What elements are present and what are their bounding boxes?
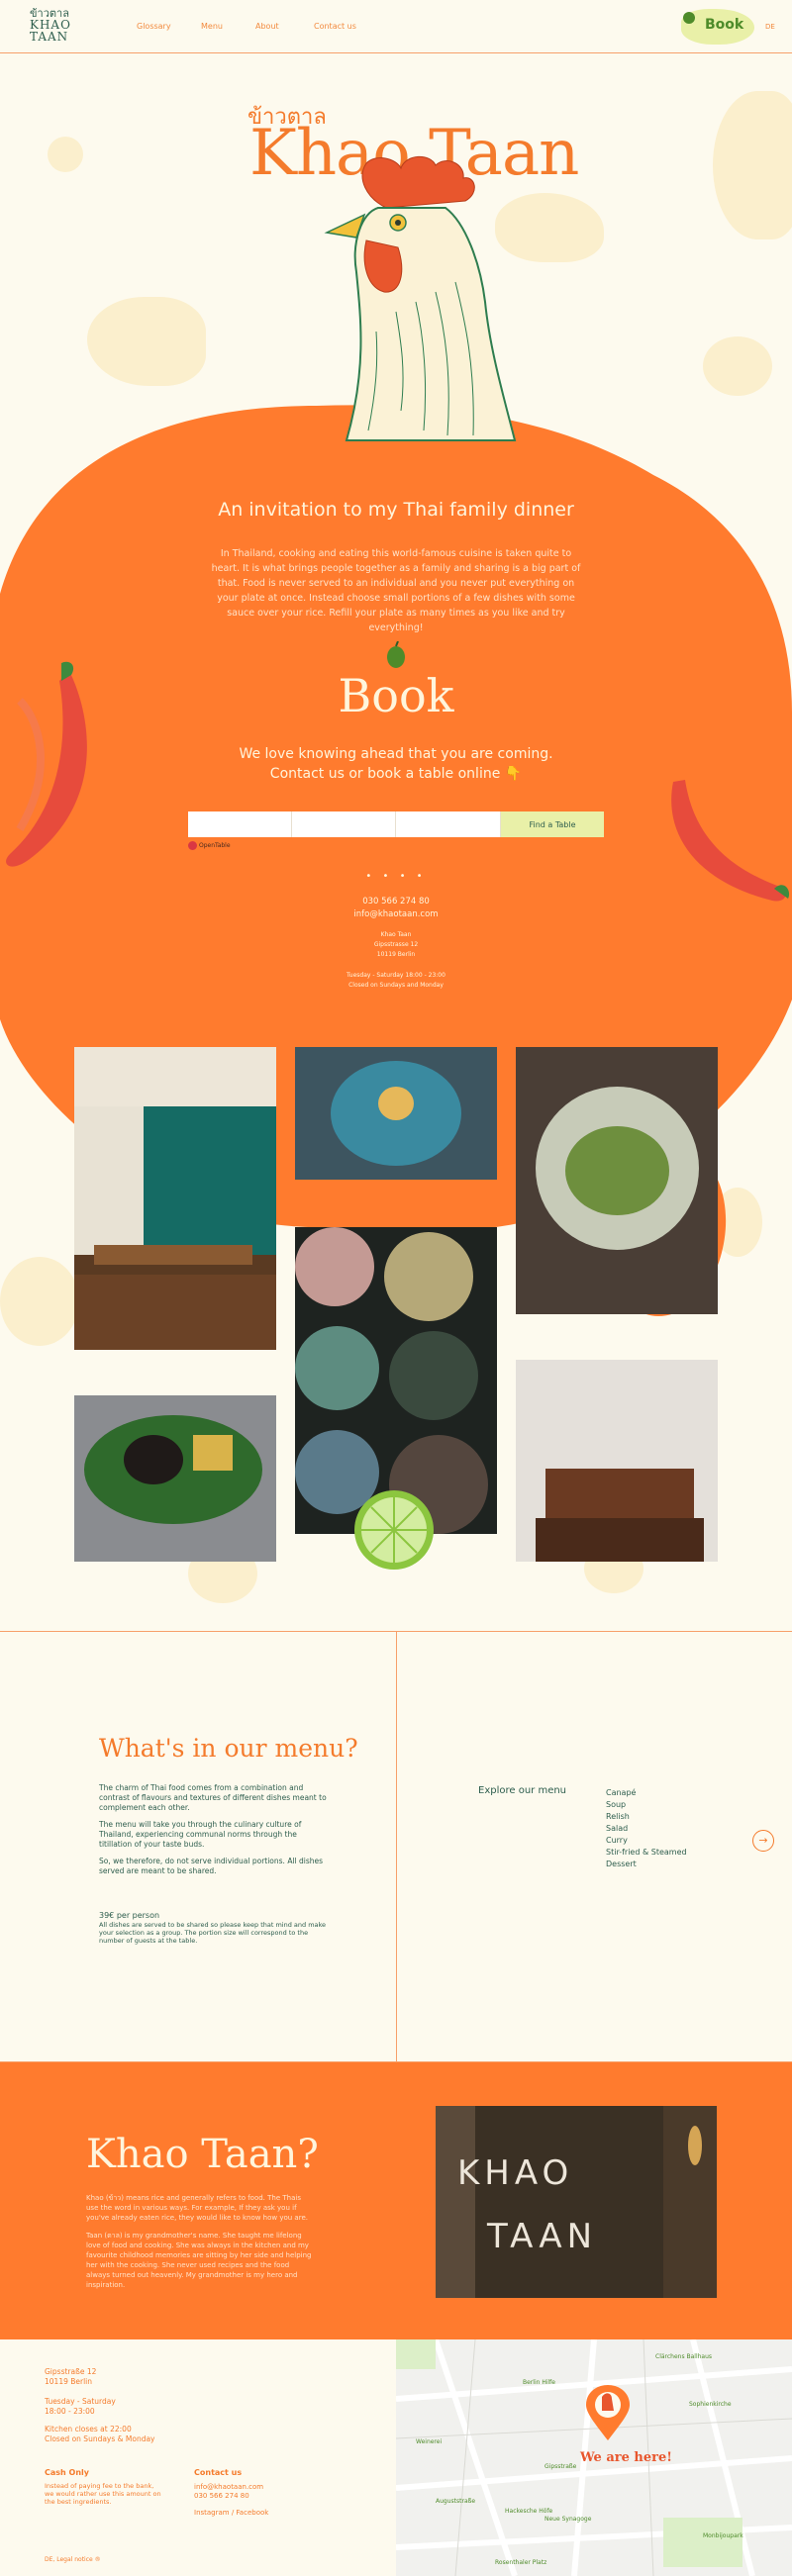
menu-category-stir-fried[interactable]: Stir-fried & Steamed: [606, 1847, 687, 1859]
party-size-select[interactable]: [188, 811, 292, 837]
nav-about[interactable]: About: [255, 22, 279, 31]
book-subtitle-line1: We love knowing ahead that you are comin…: [239, 746, 553, 762]
photo-dessert-plate: [295, 1047, 497, 1180]
address-name: Khao Taan: [380, 931, 412, 938]
find-table-button[interactable]: Find a Table: [501, 811, 604, 837]
about-paragraph-1: Khao (ข้าว) means rice and generally ref…: [86, 2194, 308, 2222]
about-section: Khao Taan? Khao (ข้าว) means rice and ge…: [0, 2062, 792, 2339]
menu-category-relish[interactable]: Relish: [606, 1811, 687, 1823]
photo-dining-room: [74, 1047, 276, 1350]
footer-phone[interactable]: 030 566 274 80: [194, 2491, 249, 2501]
menu-category-canape[interactable]: Canapé: [606, 1787, 687, 1799]
photo-banana-leaf-dish: [74, 1395, 276, 1562]
chili-icon: [683, 12, 695, 24]
menu-category-dessert[interactable]: Dessert: [606, 1859, 687, 1870]
footer-address-city: 10119 Berlin: [45, 2377, 93, 2386]
map-pin-icon: [586, 2385, 630, 2440]
menu-paragraph-3: So, we therefore, do not serve individua…: [99, 1857, 324, 1875]
map-place-label: Sophienkirche: [689, 2401, 732, 2408]
map-place-label: Gipsstraße: [544, 2463, 577, 2470]
book-title: Book: [338, 669, 454, 722]
menu-category-salad[interactable]: Salad: [606, 1823, 687, 1835]
menu-price-note: All dishes are served to be shared so pl…: [99, 1921, 327, 1945]
map-place-label: Weinerei: [416, 2438, 443, 2445]
book-subtitle: We love knowing ahead that you are comin…: [0, 744, 792, 784]
map-place-label: Monbijoupark: [703, 2532, 743, 2539]
site-header: ข้าวตาล KHAO TAAN Glossary Menu About Co…: [0, 0, 792, 53]
contact-label: Contact us: [194, 2468, 243, 2477]
legal-notice[interactable]: DE, Legal notice ®: [45, 2555, 101, 2565]
explore-menu-label: Explore our menu: [478, 1785, 567, 1796]
time-select[interactable]: [396, 811, 501, 837]
footer-days: Tuesday - Saturday: [45, 2397, 116, 2406]
cash-only-text: Instead of paying fee to the bank, we wo…: [45, 2482, 161, 2506]
date-select[interactable]: [292, 811, 396, 837]
about-title: Khao Taan?: [86, 2132, 319, 2177]
closed-days: Closed on Sundays and Monday: [348, 982, 444, 989]
photo-salad-bowl: [516, 1047, 718, 1314]
arrow-right-icon[interactable]: →: [752, 1830, 774, 1852]
map-place-label: Hackesche Höfe: [505, 2508, 553, 2515]
menu-paragraph-2: The menu will take you through the culin…: [99, 1820, 302, 1849]
nav-glossary[interactable]: Glossary: [137, 22, 171, 31]
invitation-text: In Thailand, cooking and eating this wor…: [211, 548, 581, 633]
book-subtitle-line2: Contact us or book a table online 👇: [269, 766, 523, 782]
map-place-label: Berlin Hilfe: [523, 2379, 555, 2386]
book-button[interactable]: Book: [681, 9, 754, 45]
location-map[interactable]: Berlin Hilfe Clärchens Ballhaus Sophienk…: [396, 2339, 792, 2576]
book-button-label: Book: [705, 17, 744, 33]
decor-blob: [87, 297, 206, 386]
about-paragraph-2: Taan (ตาล) is my grandmother's name. She…: [86, 2232, 312, 2289]
footer-closed-days: Closed on Sundays & Monday: [45, 2434, 155, 2443]
sign-line2: TAAN: [487, 2217, 598, 2256]
lime-slice-icon: [354, 1490, 434, 1570]
photo-restaurant-sign: KHAO TAAN: [436, 2106, 717, 2298]
nav-contact[interactable]: Contact us: [314, 22, 356, 31]
footer-address-street: Gipsstraße 12: [45, 2367, 97, 2376]
opening-hours: Tuesday - Saturday 18:00 - 23:00: [346, 972, 446, 979]
logo-line2: TAAN: [30, 30, 69, 44]
map-place-label: Neue Synagoge: [544, 2516, 592, 2523]
logo[interactable]: ข้าวตาล KHAO TAAN: [30, 8, 79, 43]
contact-phone[interactable]: 030 566 274 80: [0, 897, 792, 906]
menu-paragraph-1: The charm of Thai food comes from a comb…: [99, 1783, 327, 1812]
sign-line1: KHAO: [457, 2153, 574, 2193]
chili-leaf-icon: [387, 641, 405, 668]
nav-menu[interactable]: Menu: [201, 22, 223, 31]
menu-price: 39€ per person: [99, 1911, 160, 1920]
map-place-label: Clärchens Ballhaus: [655, 2353, 713, 2360]
photo-brick-wall-seating: [516, 1360, 718, 1562]
cash-only-label: Cash Only: [45, 2468, 89, 2477]
opentable-badge[interactable]: OpenTable: [188, 841, 231, 850]
contact-email[interactable]: info@khaotaan.com: [0, 909, 792, 919]
decor-blob: [713, 91, 792, 239]
separator-dots: • • • •: [365, 871, 427, 882]
address-street: Gipsstrasse 12: [373, 941, 419, 948]
footer-kitchen-close: Kitchen closes at 22:00: [45, 2425, 132, 2433]
decor-blob: [48, 137, 83, 172]
menu-section: What's in our menu? The charm of Thai fo…: [0, 1631, 792, 2062]
menu-title: What's in our menu?: [99, 1734, 358, 1763]
map-place-label: Auguststraße: [436, 2498, 476, 2505]
rooster-illustration: [324, 155, 517, 441]
map-here-label: We are here!: [580, 2450, 672, 2465]
invitation-title: An invitation to my Thai family dinner: [218, 499, 574, 521]
map-place-label: Rosenthaler Platz: [495, 2559, 547, 2566]
menu-divider: [396, 1632, 397, 2061]
menu-category-list: Canapé Soup Relish Salad Curry Stir-frie…: [606, 1787, 687, 1870]
language-switch[interactable]: DE: [765, 23, 775, 31]
address-city: 10119 Berlin: [376, 951, 416, 958]
menu-category-curry[interactable]: Curry: [606, 1835, 687, 1847]
opentable-logo-icon: [188, 841, 197, 850]
menu-category-soup[interactable]: Soup: [606, 1799, 687, 1811]
social-links[interactable]: Instagram / Facebook: [194, 2508, 268, 2518]
site-footer: Gipsstraße 12 10119 Berlin Tuesday - Sat…: [0, 2339, 792, 2576]
footer-time: 18:00 - 23:00: [45, 2407, 95, 2416]
